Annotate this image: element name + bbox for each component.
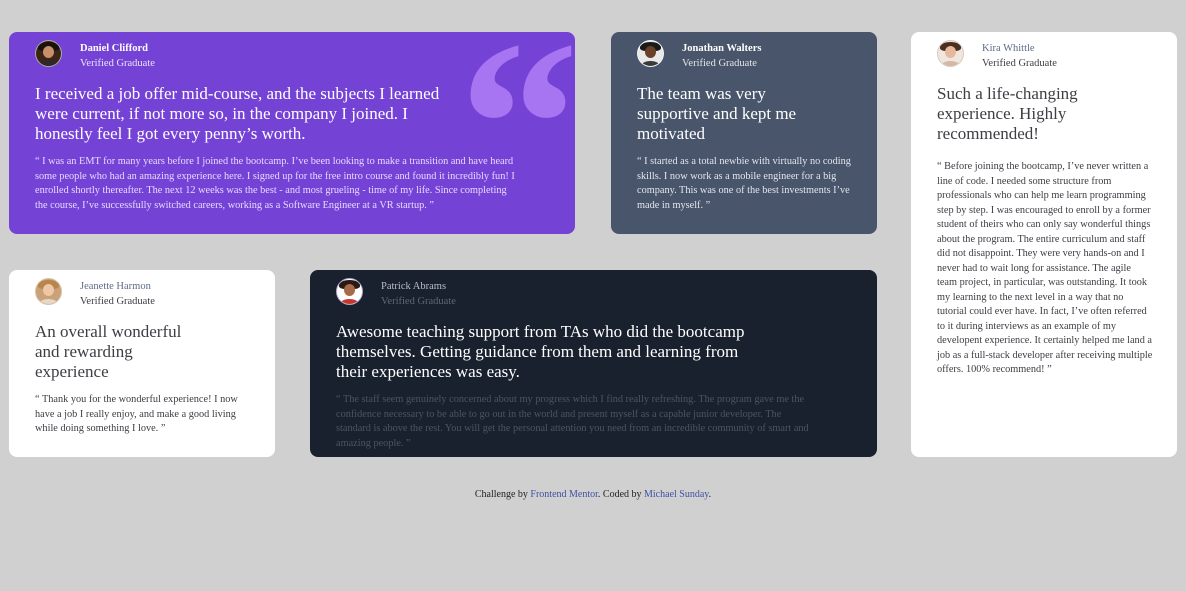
author-info: Kira Whittle Verified Graduate	[937, 40, 1151, 70]
author-name: Jonathan Walters	[682, 43, 762, 54]
testimonial-headline: I received a job offer mid-course, and t…	[35, 84, 440, 143]
author-name: Kira Whittle	[982, 43, 1035, 54]
author-role: Verified Graduate	[682, 57, 757, 69]
testimonial-headline: The team was very supportive and kept me…	[637, 84, 797, 143]
avatar	[637, 40, 664, 67]
testimonial-card-kira: Kira Whittle Verified Graduate Such a li…	[911, 32, 1177, 457]
testimonial-headline: Awesome teaching support from TAs who di…	[336, 322, 745, 381]
testimonial-headline: An overall wonderful and rewarding exper…	[35, 322, 182, 381]
author-info: Jeanette Harmon Verified Graduate	[35, 278, 249, 308]
author-link[interactable]: Michael Sunday	[644, 489, 709, 500]
testimonial-quote: “ Before joining the bootcamp, I’ve neve…	[937, 161, 1153, 375]
author-info: Patrick Abrams Verified Graduate	[336, 278, 851, 308]
attribution: Challenge by Frontend Mentor. Coded by M…	[0, 489, 1186, 500]
testimonial-quote: “ I started as a total newbie with virtu…	[637, 156, 851, 211]
testimonial-card-jonathan: Jonathan Walters Verified Graduate The t…	[611, 32, 877, 234]
author-role: Verified Graduate	[381, 295, 456, 307]
avatar	[35, 278, 62, 305]
frontend-mentor-link[interactable]: Frontend Mentor	[530, 489, 598, 500]
testimonial-quote: “ Thank you for the wonderful experience…	[35, 394, 238, 434]
avatar	[937, 40, 964, 67]
author-name: Patrick Abrams	[381, 281, 447, 292]
avatar	[35, 40, 62, 67]
testimonial-headline: Such a life-changing experience. Highly …	[937, 84, 1078, 143]
attribution-middle: . Coded by	[597, 489, 642, 500]
author-role: Verified Graduate	[982, 57, 1057, 69]
author-name: Daniel Clifford	[80, 43, 148, 54]
author-info: Jonathan Walters Verified Graduate	[637, 40, 851, 70]
author-info: Daniel Clifford Verified Graduate	[35, 40, 549, 70]
testimonial-card-patrick: Patrick Abrams Verified Graduate Awesome…	[310, 270, 877, 457]
testimonial-card-daniel: “ Daniel Clifford Verified Graduate I re…	[9, 32, 575, 234]
author-role: Verified Graduate	[80, 295, 155, 307]
testimonial-quote: “ The staff seem genuinely concerned abo…	[336, 394, 809, 449]
attribution-prefix: Challenge by	[474, 489, 528, 500]
testimonial-card-jeanette: Jeanette Harmon Verified Graduate An ove…	[9, 270, 275, 457]
testimonial-quote: “ I was an EMT for many years before I j…	[35, 156, 515, 211]
avatar	[336, 278, 363, 305]
attribution-suffix: .	[708, 489, 712, 500]
author-role: Verified Graduate	[80, 57, 155, 69]
author-name: Jeanette Harmon	[80, 281, 151, 292]
